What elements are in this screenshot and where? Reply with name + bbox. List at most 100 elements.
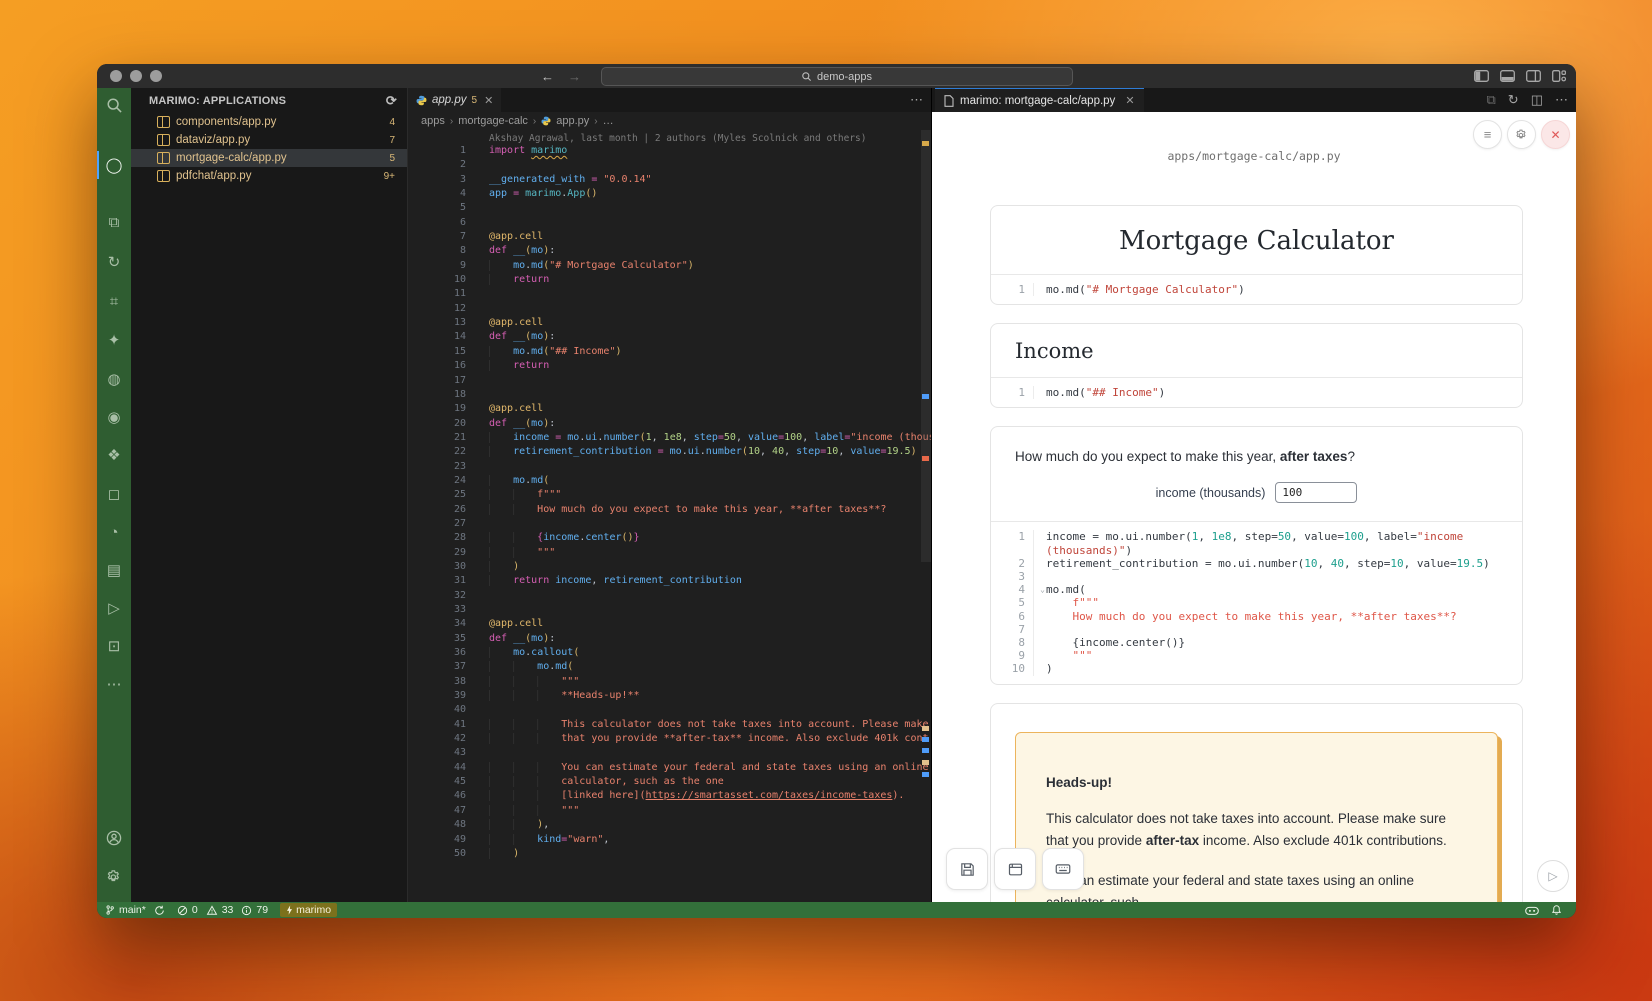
cell-code-line[interactable]: 9 """ (991, 649, 1522, 662)
cell-code-line[interactable]: 5 f""" (991, 596, 1522, 609)
code-line[interactable]: 10 return (408, 273, 931, 287)
code-line[interactable]: 6 (408, 216, 931, 230)
nav-back-icon[interactable]: ← (541, 69, 554, 84)
breadcrumb-apps[interactable]: apps (421, 115, 445, 127)
tab-close-icon[interactable]: ✕ (1125, 94, 1134, 107)
code-line[interactable]: 40 (408, 703, 931, 717)
breadcrumb-symbol[interactable]: … (603, 115, 614, 127)
code-line[interactable]: 48 ), (408, 818, 931, 832)
editor-scrollbar[interactable] (921, 130, 931, 562)
sidebar-file-mortgage-calc[interactable]: mortgage-calc/app.py5 (131, 149, 407, 167)
sync-icon[interactable] (154, 905, 165, 916)
zoom-window-icon[interactable] (150, 70, 162, 82)
refresh-icon[interactable]: ⟳ (386, 93, 397, 109)
open-in-browser-button[interactable] (994, 848, 1036, 890)
code-line[interactable]: 34@app.cell (408, 617, 931, 631)
settings-gear-icon[interactable] (97, 859, 131, 893)
close-window-icon[interactable] (110, 70, 122, 82)
code-line[interactable]: 50 ) (408, 847, 931, 861)
cell-code-line[interactable]: 6 How much do you expect to make this ye… (991, 610, 1522, 623)
copilot-item[interactable] (1525, 905, 1539, 916)
code-line[interactable]: 9 mo.md("# Mortgage Calculator") (408, 259, 931, 273)
code-line[interactable]: 19@app.cell (408, 402, 931, 416)
code-line[interactable]: 22 retirement_contribution = mo.ui.numbe… (408, 445, 931, 459)
problems-item[interactable]: 0 33 79 (177, 904, 268, 916)
traffic-lights[interactable] (110, 70, 162, 82)
sphere-icon[interactable]: ◍ (97, 362, 131, 396)
code-line[interactable]: 13@app.cell (408, 316, 931, 330)
sidebar-file-components[interactable]: components/app.py4 (131, 113, 407, 131)
split-editor-icon[interactable]: ◫ (1531, 92, 1543, 108)
nav-forward-icon[interactable]: → (568, 69, 581, 84)
code-line[interactable]: 35def __(mo): (408, 632, 931, 646)
code-line[interactable]: 44 You can estimate your federal and sta… (408, 761, 931, 775)
cell-code-line[interactable]: 1mo.md("# Mortgage Calculator") (991, 283, 1522, 296)
code-line[interactable]: 26 How much do you expect to make this y… (408, 503, 931, 517)
income-number-input[interactable]: 100 (1275, 482, 1357, 503)
customize-layout-icon[interactable] (1552, 70, 1566, 82)
code-line[interactable]: 37 mo.md( (408, 660, 931, 674)
code-line[interactable]: 43 (408, 746, 931, 760)
marimo-cell-2[interactable]: Income1mo.md("## Income") (990, 323, 1523, 408)
code-line[interactable]: 12 (408, 302, 931, 316)
run-button[interactable]: ▷ (1537, 860, 1569, 892)
cell-code-line[interactable]: 4⌄mo.md( (991, 583, 1522, 596)
code-line[interactable]: 39 **Heads-up!** (408, 689, 931, 703)
run-icon[interactable]: ▷ (97, 591, 131, 625)
marimo-icon[interactable]: ◯ (97, 148, 131, 182)
code-line[interactable]: 5 (408, 201, 931, 215)
code-line[interactable]: 47 """ (408, 804, 931, 818)
code-line[interactable]: 16 return (408, 359, 931, 373)
code-line[interactable]: 14def __(mo): (408, 330, 931, 344)
code-line[interactable]: 1import marimo (408, 144, 931, 158)
tab-close-icon[interactable]: ✕ (484, 94, 493, 107)
extensions-icon[interactable]: ❖ (97, 438, 131, 472)
github-icon[interactable]: ◉ (97, 400, 131, 434)
cell-code-line[interactable]: 3 (991, 570, 1522, 583)
code-line[interactable]: 17 (408, 374, 931, 388)
save-button[interactable] (946, 848, 988, 890)
code-line[interactable]: 28 {income.center()} (408, 531, 931, 545)
code-line[interactable]: 36 mo.callout( (408, 646, 931, 660)
code-line[interactable]: 25 f""" (408, 488, 931, 502)
code-line[interactable]: 27 (408, 517, 931, 531)
marimo-cell-3[interactable]: How much do you expect to make this year… (990, 426, 1523, 684)
git-branch-item[interactable]: main* (105, 904, 165, 916)
editor-more-actions-icon[interactable]: ⋯ (910, 92, 923, 108)
code-line[interactable]: 8def __(mo): (408, 244, 931, 258)
code-line[interactable]: 42 that you provide **after-tax** income… (408, 732, 931, 746)
reload-preview-icon[interactable]: ↻ (1508, 92, 1519, 108)
code-line[interactable]: 2 (408, 158, 931, 172)
toggle-sidebar-icon[interactable] (1474, 70, 1489, 82)
code-line[interactable]: 31 return income, retirement_contributio… (408, 574, 931, 588)
toggle-panel-icon[interactable] (1500, 70, 1515, 82)
code-line[interactable]: 38 """ (408, 675, 931, 689)
code-line[interactable]: 20def __(mo): (408, 417, 931, 431)
code-line[interactable]: 24 mo.md( (408, 474, 931, 488)
code-line[interactable]: 18 (408, 388, 931, 402)
cell-code-line[interactable]: 8 {income.center()} (991, 636, 1522, 649)
files-copy-icon[interactable]: ⧉ (97, 205, 131, 239)
code-line[interactable]: 45 calculator, such as the one (408, 775, 931, 789)
menu-button[interactable]: ≡ (1473, 120, 1502, 149)
code-line[interactable]: 7@app.cell (408, 230, 931, 244)
marimo-cell-1[interactable]: Mortgage Calculator1mo.md("# Mortgage Ca… (990, 205, 1523, 305)
tab-app-py[interactable]: app.py 5 ✕ (408, 88, 501, 112)
breadcrumb-folder[interactable]: mortgage-calc (458, 115, 528, 127)
clock-icon[interactable]: ◔ (97, 515, 131, 549)
sidebar-file-dataviz[interactable]: dataviz/app.py7 (131, 131, 407, 149)
code-line[interactable]: 46 [linked here](https://smartasset.com/… (408, 789, 931, 803)
code-line[interactable]: 33 (408, 603, 931, 617)
close-app-button[interactable]: ✕ (1541, 120, 1570, 149)
cell-code-line[interactable]: 7 (991, 623, 1522, 636)
history-icon[interactable]: ↻ (97, 245, 131, 279)
code-line[interactable]: 32 (408, 589, 931, 603)
code-line[interactable]: 23 (408, 460, 931, 474)
code-line[interactable]: 3__generated_with = "0.0.14" (408, 173, 931, 187)
open-external-icon[interactable]: ⧉ (1487, 92, 1496, 108)
code-line[interactable]: 4app = marimo.App() (408, 187, 931, 201)
cell-code-line[interactable]: 1income = mo.ui.number(1, 1e8, step=50, … (991, 530, 1522, 556)
breadcrumb[interactable]: apps› mortgage-calc› app.py› … (408, 112, 931, 130)
cell-code-line[interactable]: 2retirement_contribution = mo.ui.number(… (991, 557, 1522, 570)
code-line[interactable]: 41 This calculator does not take taxes i… (408, 718, 931, 732)
